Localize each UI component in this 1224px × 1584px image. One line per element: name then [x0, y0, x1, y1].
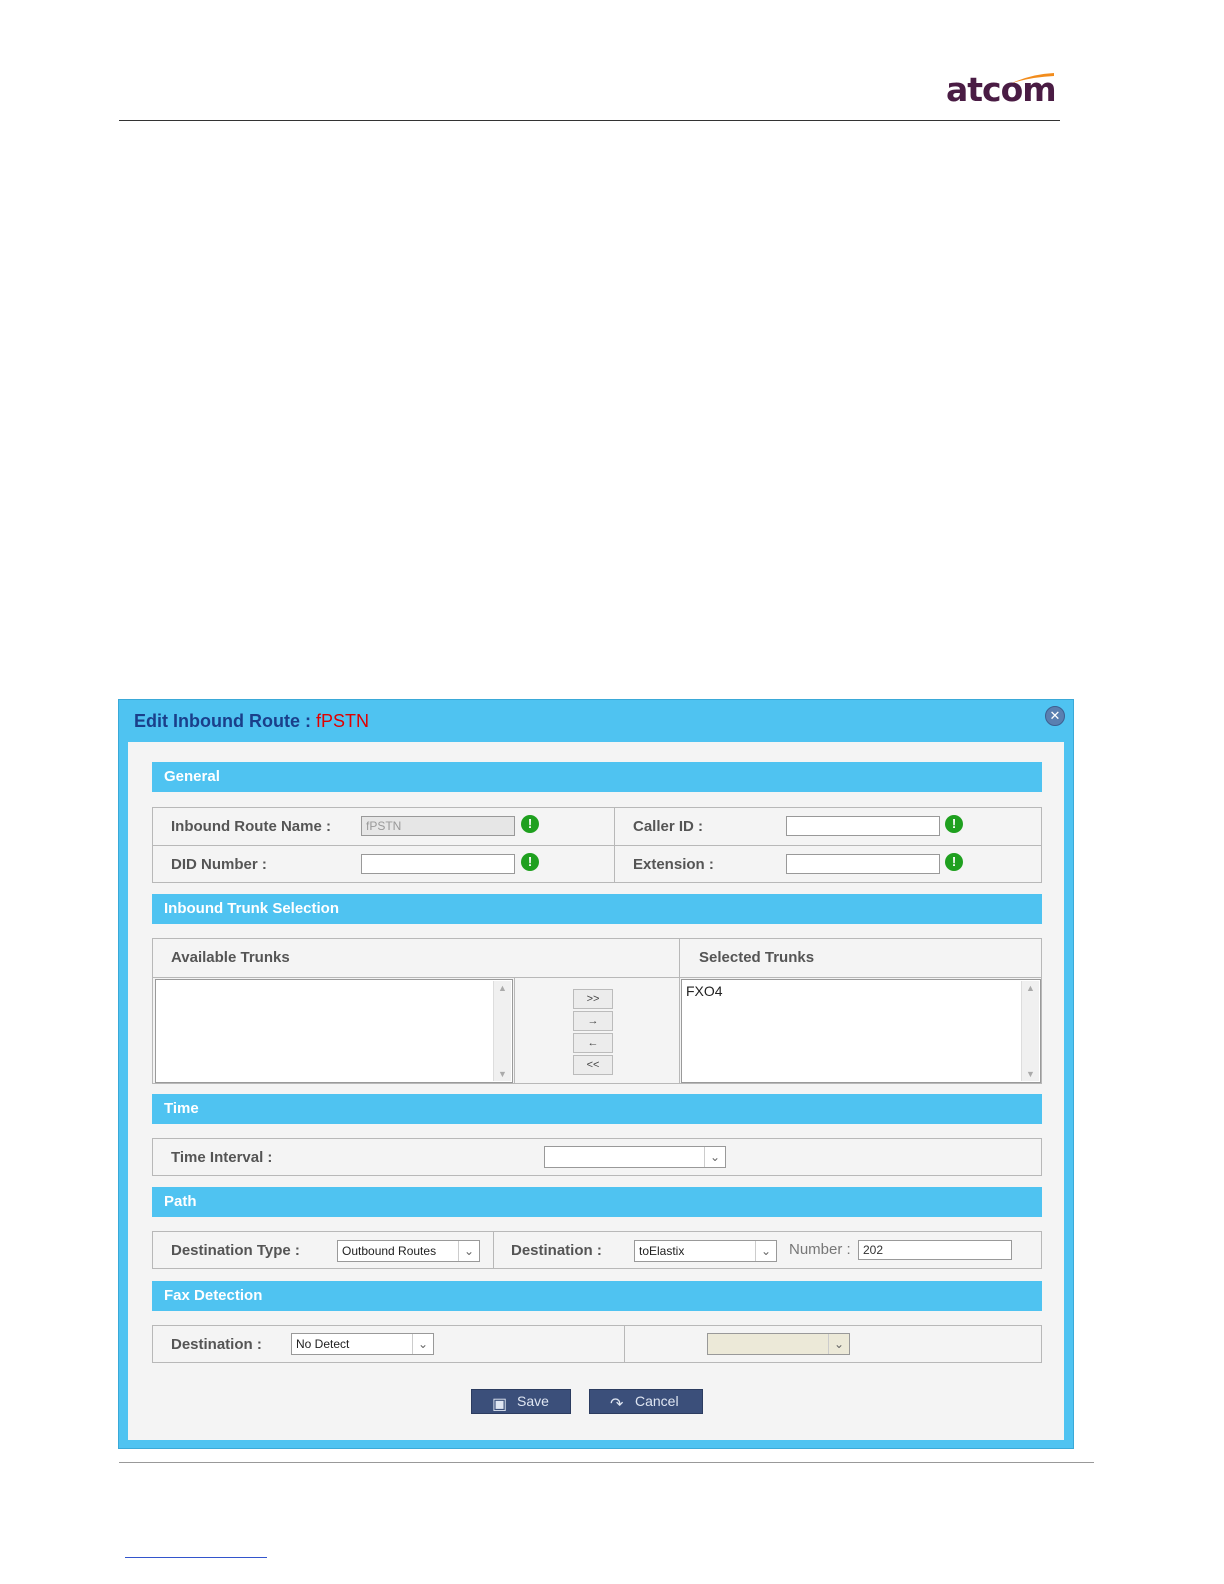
remove-all-trunks-button[interactable]: <<	[573, 1055, 613, 1075]
add-trunk-button[interactable]: →	[573, 1011, 613, 1031]
destination-label: Destination :	[511, 1242, 602, 1259]
footer-rule	[119, 1462, 1094, 1463]
chevron-down-icon: ⌄	[412, 1334, 433, 1354]
chevron-down-icon: ⌄	[828, 1334, 849, 1354]
available-trunks-scrollbar[interactable]: ▲ ▼	[493, 981, 511, 1081]
fax-destination-value: No Detect	[296, 1337, 350, 1351]
scroll-down-icon[interactable]: ▼	[1022, 1067, 1039, 1081]
section-general-header: General	[152, 762, 1042, 792]
destination-type-label: Destination Type :	[171, 1242, 300, 1259]
logo-swoosh-icon	[1012, 73, 1054, 83]
footer-link-underline	[125, 1557, 267, 1558]
time-box: Time Interval : ⌄	[152, 1138, 1042, 1176]
remove-trunk-button[interactable]: ←	[573, 1033, 613, 1053]
dialog-route-name: fPSTN	[315, 711, 369, 731]
fax-destination-select[interactable]: No Detect ⌄	[291, 1333, 434, 1355]
path-box: Destination Type : Outbound Routes ⌄ Des…	[152, 1231, 1042, 1269]
chevron-down-icon: ⌄	[458, 1241, 479, 1261]
did-number-input[interactable]	[361, 854, 515, 874]
required-icon: !	[945, 853, 963, 871]
cancel-button[interactable]: ↷ Cancel	[589, 1389, 703, 1414]
did-number-label: DID Number :	[171, 856, 267, 873]
number-input[interactable]: 202	[858, 1240, 1012, 1260]
available-trunks-list[interactable]: ▲ ▼	[155, 979, 513, 1083]
destination-type-value: Outbound Routes	[342, 1244, 437, 1258]
selected-trunks-list[interactable]: FXO4 ▲ ▼	[681, 979, 1041, 1083]
dialog-title: Edit Inbound Route : fPSTN	[134, 711, 369, 732]
scroll-down-icon[interactable]: ▼	[494, 1067, 511, 1081]
available-trunks-label: Available Trunks	[171, 949, 290, 966]
required-icon: !	[521, 815, 539, 833]
add-all-trunks-button[interactable]: >>	[573, 989, 613, 1009]
chevron-down-icon: ⌄	[704, 1147, 725, 1167]
section-path-header: Path	[152, 1187, 1042, 1217]
header-rule	[119, 120, 1060, 121]
time-interval-select[interactable]: ⌄	[544, 1146, 726, 1168]
destination-value: toElastix	[639, 1244, 685, 1258]
inbound-route-name-label: Inbound Route Name :	[171, 818, 331, 835]
number-label: Number :	[789, 1241, 851, 1258]
close-icon[interactable]: ✕	[1045, 706, 1065, 726]
caller-id-input[interactable]	[786, 816, 940, 836]
fax-destination-label: Destination :	[171, 1336, 262, 1353]
section-trunk-header: Inbound Trunk Selection	[152, 894, 1042, 924]
general-box: Inbound Route Name : fPSTN ! Caller ID :…	[152, 807, 1042, 883]
selected-trunks-scrollbar[interactable]: ▲ ▼	[1021, 981, 1039, 1081]
dialog-body: General Inbound Route Name : fPSTN ! Cal…	[128, 742, 1064, 1440]
required-icon: !	[945, 815, 963, 833]
chevron-down-icon: ⌄	[755, 1241, 776, 1261]
selected-trunks-label: Selected Trunks	[699, 949, 815, 966]
save-label: Save	[517, 1393, 549, 1409]
caller-id-label: Caller ID :	[633, 818, 704, 835]
cancel-label: Cancel	[635, 1393, 679, 1409]
destination-type-select[interactable]: Outbound Routes ⌄	[337, 1240, 480, 1262]
time-interval-label: Time Interval :	[171, 1149, 273, 1166]
extension-input[interactable]	[786, 854, 940, 874]
extension-label: Extension :	[633, 856, 714, 873]
scroll-up-icon[interactable]: ▲	[1022, 981, 1039, 995]
scroll-up-icon[interactable]: ▲	[494, 981, 511, 995]
list-item[interactable]: FXO4	[686, 983, 723, 999]
section-fax-header: Fax Detection	[152, 1281, 1042, 1311]
edit-inbound-route-dialog: Edit Inbound Route : fPSTN ✕ General Inb…	[118, 699, 1074, 1449]
dialog-title-text: Edit Inbound Route :	[134, 711, 311, 731]
required-icon: !	[521, 853, 539, 871]
section-time-header: Time	[152, 1094, 1042, 1124]
fax-box: Destination : No Detect ⌄ ⌄	[152, 1325, 1042, 1363]
destination-select[interactable]: toElastix ⌄	[634, 1240, 777, 1262]
cancel-icon: ↷	[610, 1396, 624, 1413]
save-button[interactable]: ▣ Save	[471, 1389, 571, 1414]
save-icon: ▣	[492, 1396, 508, 1413]
inbound-route-name-input[interactable]: fPSTN	[361, 816, 515, 836]
fax-secondary-select[interactable]: ⌄	[707, 1333, 850, 1355]
trunk-box: Available Trunks Selected Trunks ▲ ▼ >> …	[152, 938, 1042, 1084]
